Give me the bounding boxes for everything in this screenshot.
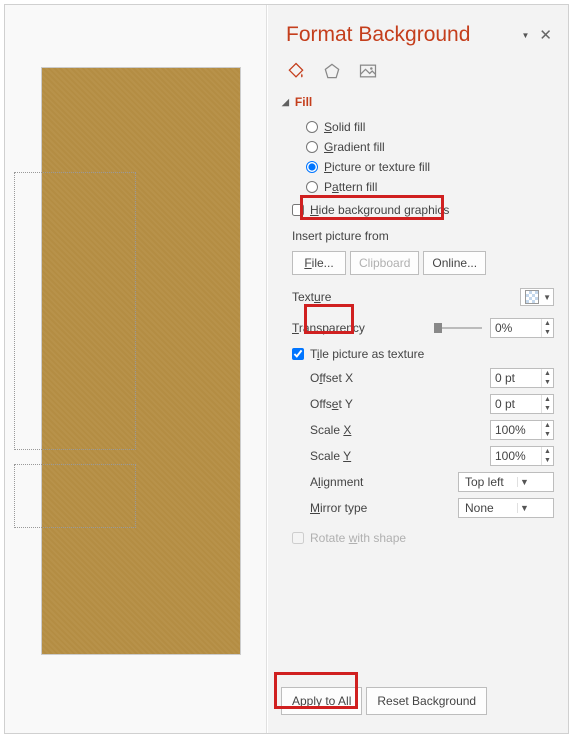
mirror-dropdown[interactable]: None ▼ [458, 498, 554, 518]
collapse-icon: ◢ [282, 97, 289, 108]
tile-checkbox-row[interactable]: Tile picture as texture [292, 341, 554, 365]
mirror-label: Mirror type [310, 501, 367, 515]
radio-solid-fill[interactable]: Solid fill [306, 117, 554, 137]
chevron-down-icon: ▼ [517, 477, 531, 487]
transparency-spinner[interactable]: 0% ▲▼ [490, 318, 554, 338]
rotate-checkbox [292, 532, 304, 544]
chevron-down-icon: ▼ [543, 293, 551, 302]
slide-thumbnail [41, 67, 241, 655]
offset-y-spinner[interactable]: 0 pt ▲▼ [490, 394, 554, 414]
fill-section-label: Fill [295, 95, 312, 109]
scale-y-spinner[interactable]: 100% ▲▼ [490, 446, 554, 466]
picture-tab-icon[interactable] [358, 61, 378, 81]
panel-menu-icon[interactable]: ▼ [522, 31, 530, 40]
radio-gradient-fill[interactable]: Gradient fill [306, 137, 554, 157]
texture-dropdown[interactable]: ▼ [520, 288, 554, 306]
file-button[interactable]: File... [292, 251, 346, 275]
reset-background-button[interactable]: Reset Background [366, 687, 487, 715]
alignment-dropdown[interactable]: Top left ▼ [458, 472, 554, 492]
fill-tab-icon[interactable] [286, 61, 306, 81]
hide-bg-checkbox-row[interactable]: Hide background graphics [292, 197, 554, 221]
radio-picture-fill[interactable]: Picture or texture fill [306, 157, 554, 177]
tile-checkbox[interactable] [292, 348, 304, 360]
online-button[interactable]: Online... [423, 251, 486, 275]
offset-x-label: Offset X [310, 371, 353, 385]
radio-gradient-input[interactable] [306, 141, 318, 153]
subtitle-placeholder [14, 464, 136, 528]
offset-x-spinner[interactable]: 0 pt ▲▼ [490, 368, 554, 388]
spinner-up-icon[interactable]: ▲ [542, 319, 553, 328]
close-icon[interactable]: ✕ [539, 26, 552, 44]
insert-picture-label: Insert picture from [292, 221, 554, 249]
alignment-label: Alignment [310, 475, 363, 489]
effects-tab-icon[interactable] [322, 61, 342, 81]
radio-pattern-input[interactable] [306, 181, 318, 193]
chevron-down-icon: ▼ [517, 503, 531, 513]
transparency-value[interactable]: 0% [491, 319, 541, 337]
panel-title: Format Background [286, 23, 470, 47]
slide-preview-area [5, 5, 267, 733]
fill-section-header[interactable]: ◢ Fill [268, 91, 568, 115]
format-background-panel: Format Background ▼ ✕ ◢ Fill [268, 5, 568, 733]
apply-to-all-button[interactable]: Apply to All [281, 687, 362, 715]
scale-x-label: Scale X [310, 423, 351, 437]
scale-x-spinner[interactable]: 100% ▲▼ [490, 420, 554, 440]
texture-label: Texture [292, 290, 331, 304]
scale-y-label: Scale Y [310, 449, 351, 463]
radio-solid-input[interactable] [306, 121, 318, 133]
title-placeholder [14, 172, 136, 450]
spinner-down-icon[interactable]: ▼ [542, 328, 553, 337]
transparency-slider[interactable] [434, 327, 482, 329]
radio-picture-input[interactable] [306, 161, 318, 173]
offset-y-label: Offset Y [310, 397, 353, 411]
hide-bg-checkbox[interactable] [292, 204, 304, 216]
texture-swatch-icon [525, 290, 539, 304]
radio-pattern-fill[interactable]: Pattern fill [306, 177, 554, 197]
clipboard-button: Clipboard [350, 251, 419, 275]
transparency-label: Transparency [292, 321, 365, 335]
rotate-checkbox-row: Rotate with shape [292, 525, 554, 549]
